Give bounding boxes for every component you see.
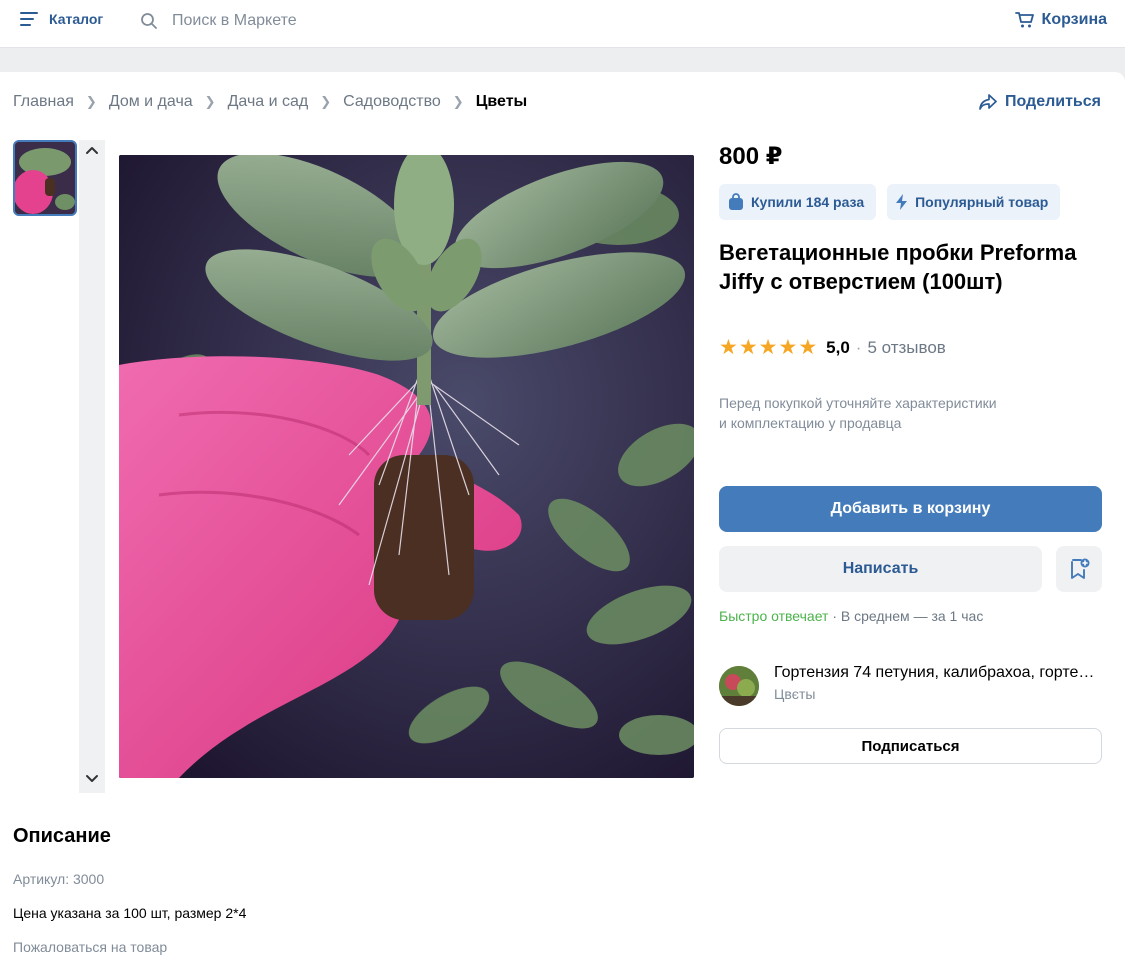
cart-button[interactable]: Корзина [1014, 11, 1107, 29]
cart-label: Корзина [1041, 11, 1107, 28]
star-icon: ★ [758, 336, 778, 359]
star-icon: ★ [798, 336, 818, 359]
breadcrumb-current: Цветы [475, 93, 528, 110]
description-text: Цена указана за 100 шт, размер 2*4 [13, 905, 247, 921]
chevron-right-icon: ❯ [85, 94, 97, 109]
product-photo[interactable] [119, 155, 694, 778]
breadcrumb: Главная ❯ Дом и дача ❯ Дача и сад ❯ Садо… [13, 93, 527, 111]
chevron-right-icon: ❯ [320, 94, 332, 109]
chevron-down-icon[interactable] [83, 771, 101, 789]
article-number: Артикул: 3000 [13, 871, 105, 887]
purchase-note-line: и комплектацию у продавца [719, 415, 902, 431]
menu-icon [20, 12, 38, 26]
breadcrumb-item[interactable]: Садоводство [343, 93, 441, 111]
search-input[interactable] [172, 12, 572, 30]
chevron-right-icon: ❯ [452, 94, 464, 109]
product-title: Вегетационные пробки Preforma Jiffy с от… [719, 240, 1077, 294]
badge-bought: Купили 184 раза [719, 184, 877, 220]
bag-icon [729, 193, 743, 210]
response-average: · В среднем — за 1 час [828, 608, 984, 624]
reviews-link[interactable]: 5 отзывов [867, 338, 945, 358]
avatar[interactable] [719, 666, 759, 706]
badges: Купили 184 раза Популярный товар [719, 184, 1071, 220]
subscribe-button[interactable]: Подписаться [719, 728, 1102, 764]
thumbnail-scrollbar[interactable] [79, 140, 105, 793]
rating-separator: · [855, 338, 862, 357]
product-price: 800 ₽ [719, 143, 783, 170]
seller-block[interactable]: Гортензия 74 петуния, калибрахоа, гортен… [719, 662, 1102, 706]
cart-icon [1014, 12, 1034, 28]
purchase-note: Перед покупкой уточняйте характеристики … [719, 393, 1102, 433]
write-button[interactable]: Написать [719, 546, 1042, 592]
star-icon: ★ [738, 336, 758, 359]
star-icon: ★ [719, 336, 738, 359]
thumbnail-list [13, 140, 105, 793]
seller-name[interactable]: Гортензия 74 петуния, калибрахоа, гортен… [774, 664, 1102, 682]
description-title: Описание [13, 825, 111, 847]
response-fast: Быстро отвечает [719, 608, 829, 624]
share-button[interactable]: Поделиться [979, 93, 1101, 111]
rating-score: 5,0 [826, 338, 850, 357]
badge-popular-label: Популярный товар [915, 194, 1049, 210]
share-label: Поделиться [1004, 93, 1101, 110]
add-to-cart-button[interactable]: Добавить в корзину [719, 486, 1102, 532]
rating-stars: ★ ★ ★ ★ ★ [719, 336, 818, 359]
rating[interactable]: ★ ★ ★ ★ ★ 5,0 · 5 отзывов [719, 336, 946, 359]
breadcrumb-item[interactable]: Дом и дача [109, 93, 193, 111]
catalog-label: Каталог [49, 11, 104, 27]
chevron-right-icon: ❯ [204, 94, 216, 109]
response-time: Быстро отвечает · В среднем — за 1 час [719, 608, 983, 624]
thumbnail-image[interactable] [13, 140, 77, 216]
badge-popular: Популярный товар [887, 184, 1061, 220]
top-bar: Каталог Корзина [0, 0, 1125, 48]
seller-category: Цвєты [774, 686, 816, 702]
product-card: Главная ❯ Дом и дача ❯ Дача и сад ❯ Садо… [0, 72, 1125, 975]
chevron-up-icon[interactable] [83, 144, 101, 162]
report-link[interactable]: Пожаловаться на товар [13, 939, 167, 955]
bookmark-add-icon [1071, 558, 1090, 579]
breadcrumb-item[interactable]: Главная [13, 93, 74, 111]
lightning-icon [896, 194, 908, 210]
search-icon [141, 13, 157, 29]
share-icon [979, 94, 997, 110]
search-box [140, 9, 640, 33]
catalog-button[interactable]: Каталог [20, 11, 103, 27]
purchase-note-line: Перед покупкой уточняйте характеристики [719, 395, 997, 411]
badge-bought-label: Купили 184 раза [751, 194, 865, 210]
bookmark-button[interactable] [1056, 546, 1102, 592]
breadcrumb-item[interactable]: Дача и сад [228, 93, 309, 111]
star-icon: ★ [778, 336, 798, 359]
